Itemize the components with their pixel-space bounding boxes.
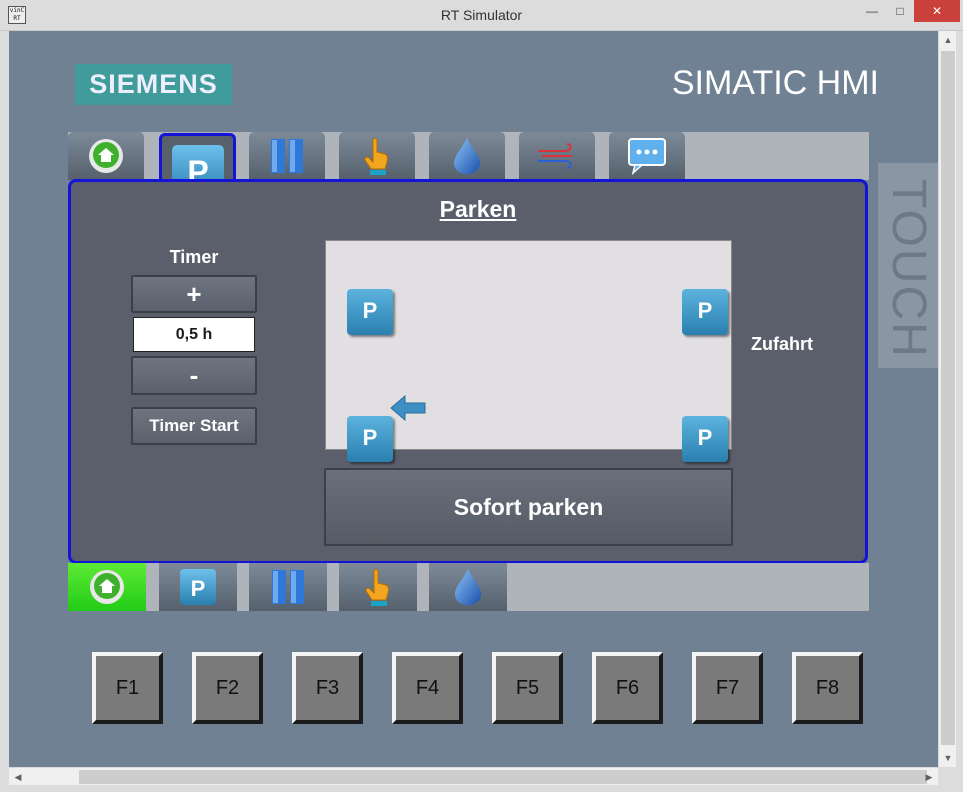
window-frame-bottom [0, 785, 963, 792]
function-key-f2[interactable]: F2 [192, 652, 263, 724]
bottom-nav-touch[interactable] [339, 563, 417, 611]
home-icon [89, 139, 123, 173]
pause-icon [271, 139, 303, 173]
water-drop-icon [454, 138, 480, 174]
tab-water[interactable] [429, 132, 505, 180]
tab-home[interactable] [68, 132, 144, 180]
bottom-nav-parken-label: P [191, 576, 206, 601]
page-title: Parken [439, 196, 517, 222]
scroll-left-icon[interactable]: ◀ [9, 768, 27, 786]
timer-decrement-button[interactable]: - [131, 356, 257, 395]
bottom-nav-parken[interactable]: P [159, 563, 237, 611]
vertical-scroll-thumb[interactable] [941, 51, 955, 745]
parking-icon: P [180, 569, 216, 605]
parking-slot-bottom-right[interactable]: P [682, 416, 728, 462]
scroll-down-icon[interactable]: ▼ [939, 749, 957, 767]
hand-pointer-icon [365, 569, 390, 606]
bottom-nav-water[interactable] [429, 563, 507, 611]
pause-icon [272, 570, 304, 604]
function-key-f7[interactable]: F7 [692, 652, 763, 724]
horizontal-scroll-thumb[interactable] [79, 770, 927, 784]
vertical-scrollbar[interactable]: ▲ ▼ [938, 31, 956, 767]
tab-air[interactable] [519, 132, 595, 180]
maximize-icon[interactable]: □ [886, 0, 914, 22]
tab-touch[interactable] [339, 132, 415, 180]
bottom-nav-pause[interactable] [249, 563, 327, 611]
scroll-up-icon[interactable]: ▲ [939, 31, 957, 49]
parking-slot-bottom-left[interactable]: P [347, 416, 393, 462]
arrow-left-icon [390, 394, 426, 422]
scroll-right-icon[interactable]: ▶ [920, 768, 938, 786]
window-title: RT Simulator [440, 7, 523, 23]
function-key-f5[interactable]: F5 [492, 652, 563, 724]
function-key-f4[interactable]: F4 [392, 652, 463, 724]
window-frame-left [0, 31, 9, 792]
product-title: SIMATIC HMI [671, 64, 879, 102]
timer-value-field[interactable]: 0,5 h [133, 317, 255, 352]
message-bubble-icon [628, 138, 666, 175]
entrance-label: Zufahrt [751, 334, 813, 354]
bottom-nav-home[interactable] [68, 563, 146, 611]
parking-slot-top-left[interactable]: P [347, 289, 393, 335]
water-drop-icon [455, 569, 481, 605]
touch-label: TOUCH [882, 178, 935, 359]
function-key-f8[interactable]: F8 [792, 652, 863, 724]
tab-pause[interactable] [249, 132, 325, 180]
horizontal-scrollbar[interactable]: ◀ ▶ [9, 767, 938, 785]
park-now-button[interactable]: Sofort parken [324, 468, 733, 546]
function-key-f3[interactable]: F3 [292, 652, 363, 724]
timer-increment-button[interactable]: + [131, 275, 257, 313]
timer-label: Timer [169, 247, 219, 267]
timer-start-button[interactable]: Timer Start [131, 407, 257, 445]
function-key-f1[interactable]: F1 [92, 652, 163, 724]
airflow-icon [538, 143, 572, 169]
window-titlebar: vinC RT RT Simulator — □ ✕ [0, 0, 963, 31]
close-icon[interactable]: ✕ [914, 0, 960, 22]
hand-pointer-icon [364, 138, 389, 175]
function-key-f6[interactable]: F6 [592, 652, 663, 724]
siemens-logo: SIEMENS [75, 64, 232, 105]
tab-messages[interactable] [609, 132, 685, 180]
minimize-icon[interactable]: — [858, 0, 886, 22]
home-icon [90, 570, 124, 604]
parking-slot-top-right[interactable]: P [682, 289, 728, 335]
